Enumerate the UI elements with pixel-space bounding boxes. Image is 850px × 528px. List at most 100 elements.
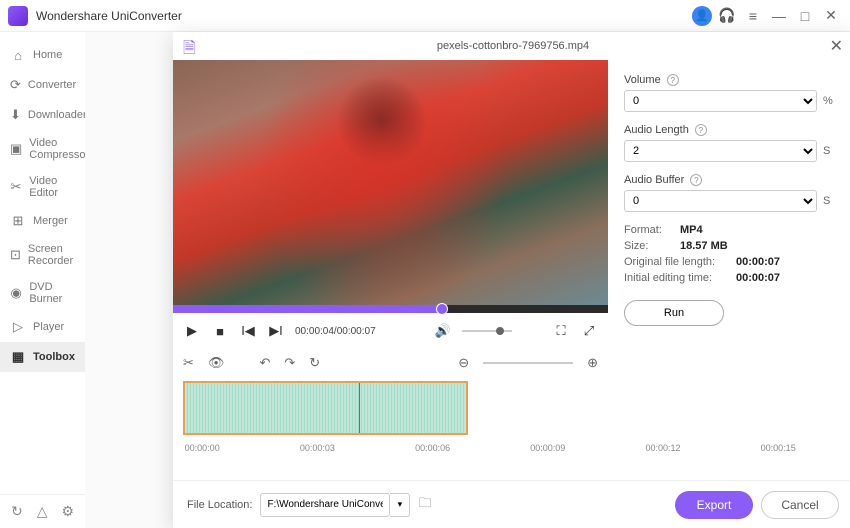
file-location-label: File Location: bbox=[187, 499, 252, 511]
sidebar-item-home[interactable]: ⌂Home bbox=[0, 40, 85, 70]
unit-label: % bbox=[823, 95, 837, 107]
volume-icon[interactable]: 🔊 bbox=[434, 322, 452, 340]
minimize-button[interactable]: — bbox=[768, 5, 790, 27]
zoom-slider[interactable] bbox=[483, 362, 573, 364]
sidebar-item-label: Video Compressor bbox=[29, 137, 89, 161]
help-icon[interactable]: ? bbox=[667, 74, 679, 86]
audio-length-select[interactable]: 2 bbox=[624, 140, 817, 162]
playhead[interactable] bbox=[359, 381, 360, 433]
volume-select[interactable]: 0 bbox=[624, 90, 817, 112]
content-area: tor aits ence und. data etadata CD. 🗎 pe… bbox=[85, 32, 850, 528]
settings-icon[interactable]: ⚙ bbox=[61, 503, 74, 520]
audio-buffer-label: Audio Buffer bbox=[624, 174, 684, 186]
volume-label: Volume bbox=[624, 74, 661, 86]
snapshot-button[interactable]: ⛶ bbox=[552, 322, 570, 340]
open-folder-button[interactable]: 🗀 bbox=[418, 494, 431, 516]
toolbox-icon: ▦ bbox=[10, 349, 26, 365]
refresh-icon[interactable]: ↻ bbox=[11, 503, 23, 520]
sidebar-item-merger[interactable]: ⊞Merger bbox=[0, 206, 85, 236]
bell-icon[interactable]: △ bbox=[37, 503, 48, 520]
file-location-input[interactable] bbox=[260, 493, 390, 517]
edit-toolbar: ✂ 👁 ↶ ↷ ↻ ⊖ ⊕ bbox=[173, 349, 608, 377]
next-frame-button[interactable]: ▶I bbox=[267, 322, 285, 340]
stop-button[interactable]: ■ bbox=[211, 322, 229, 340]
sidebar-item-toolbox[interactable]: ▦Toolbox bbox=[0, 342, 85, 372]
ruler-tick: 00:00:15 bbox=[761, 443, 796, 453]
file-add-icon[interactable]: 🗎 bbox=[183, 37, 201, 55]
sidebar-item-label: Converter bbox=[28, 79, 76, 91]
orig-length-value: 00:00:07 bbox=[736, 256, 780, 268]
export-button[interactable]: Export bbox=[675, 491, 753, 519]
headset-icon[interactable]: 🎧 bbox=[716, 5, 738, 27]
audio-length-label: Audio Length bbox=[624, 124, 689, 136]
prev-frame-button[interactable]: I◀ bbox=[239, 322, 257, 340]
ruler-tick: 00:00:12 bbox=[645, 443, 680, 453]
menu-icon[interactable]: ≡ bbox=[742, 5, 764, 27]
modal-header: 🗎 pexels-cottonbro-7969756.mp4 ✕ bbox=[173, 32, 850, 60]
ruler-tick: 00:00:03 bbox=[300, 443, 335, 453]
compressor-icon: ▣ bbox=[10, 141, 22, 157]
merger-icon: ⊞ bbox=[10, 213, 26, 229]
audio-buffer-select[interactable]: 0 bbox=[624, 190, 817, 212]
playback-controls: ▶ ■ I◀ ▶I 00:00:04/00:00:07 🔊 ⛶ ⤢ bbox=[173, 313, 608, 349]
redo-icon[interactable]: ↷ bbox=[284, 355, 295, 371]
recorder-icon: ⊡ bbox=[10, 247, 21, 263]
run-button[interactable]: Run bbox=[624, 300, 724, 326]
orig-length-label: Original file length: bbox=[624, 256, 730, 268]
size-label: Size: bbox=[624, 240, 674, 252]
sidebar-bottom: ↻ △ ⚙ bbox=[0, 494, 85, 528]
sidebar-item-label: Home bbox=[33, 49, 62, 61]
sidebar: ⌂Home ⟳ Converter ⬇ Downloader ▣Video Comp… bbox=[0, 32, 85, 528]
scissors-icon: ✂ bbox=[10, 179, 22, 195]
modal-close-button[interactable]: ✕ bbox=[830, 36, 843, 56]
player-icon: ▷ bbox=[10, 319, 26, 335]
close-button[interactable]: ✕ bbox=[820, 5, 842, 27]
maximize-button[interactable]: □ bbox=[794, 5, 816, 27]
filename-label: pexels-cottonbro-7969756.mp4 bbox=[437, 40, 589, 52]
waveform[interactable] bbox=[183, 381, 468, 435]
play-button[interactable]: ▶ bbox=[183, 322, 201, 340]
user-icon[interactable]: 👤 bbox=[692, 6, 712, 26]
format-value: MP4 bbox=[680, 224, 703, 236]
video-preview[interactable] bbox=[173, 60, 608, 305]
fullscreen-button[interactable]: ⤢ bbox=[580, 322, 598, 340]
sidebar-item-label: DVD Burner bbox=[29, 281, 75, 305]
zoom-in-icon[interactable]: ⊕ bbox=[587, 355, 598, 371]
settings-panel: Volume? 0% Audio Length? 2S Audio Buffer… bbox=[608, 60, 850, 480]
cut-icon[interactable]: ✂ bbox=[183, 355, 194, 371]
sidebar-item-recorder[interactable]: ⊡ Screen Recorder bbox=[0, 236, 85, 274]
sidebar-item-compressor[interactable]: ▣Video Compressor bbox=[0, 130, 85, 168]
sidebar-item-downloader[interactable]: ⬇ Downloader bbox=[0, 100, 85, 130]
editor-modal: 🗎 pexels-cottonbro-7969756.mp4 ✕ ▶ ■ I◀ … bbox=[173, 32, 850, 528]
sidebar-item-label: Downloader bbox=[28, 109, 87, 121]
sidebar-item-label: Screen Recorder bbox=[28, 243, 75, 267]
edit-time-label: Initial editing time: bbox=[624, 272, 730, 284]
location-dropdown-button[interactable]: ▾ bbox=[390, 493, 410, 517]
cancel-button[interactable]: Cancel bbox=[761, 491, 839, 519]
edit-time-value: 00:00:07 bbox=[736, 272, 780, 284]
sidebar-item-label: Player bbox=[33, 321, 64, 333]
format-label: Format: bbox=[624, 224, 674, 236]
ruler-tick: 00:00:06 bbox=[415, 443, 450, 453]
sidebar-item-editor[interactable]: ✂Video Editor bbox=[0, 168, 85, 206]
undo-icon[interactable]: ↶ bbox=[259, 355, 270, 371]
sidebar-item-dvd[interactable]: ◉ DVD Burner bbox=[0, 274, 85, 312]
help-icon[interactable]: ? bbox=[695, 124, 707, 136]
size-value: 18.57 MB bbox=[680, 240, 728, 252]
reset-icon[interactable]: ↻ bbox=[309, 355, 320, 371]
sidebar-item-converter[interactable]: ⟳ Converter bbox=[0, 70, 85, 100]
help-icon[interactable]: ? bbox=[690, 174, 702, 186]
timecode: 00:00:04/00:00:07 bbox=[295, 326, 376, 337]
zoom-out-icon[interactable]: ⊖ bbox=[458, 355, 469, 371]
unit-label: S bbox=[823, 195, 837, 207]
video-progress[interactable] bbox=[173, 305, 608, 313]
volume-slider[interactable] bbox=[462, 330, 512, 332]
titlebar: Wondershare UniConverter 👤 🎧 ≡ — □ ✕ bbox=[0, 0, 850, 32]
sidebar-item-player[interactable]: ▷ Player bbox=[0, 312, 85, 342]
eye-icon[interactable]: 👁 bbox=[208, 355, 225, 371]
converter-icon: ⟳ bbox=[10, 77, 21, 93]
download-icon: ⬇ bbox=[10, 107, 21, 123]
dvd-icon: ◉ bbox=[10, 285, 22, 301]
app-logo bbox=[8, 6, 28, 26]
unit-label: S bbox=[823, 145, 837, 157]
